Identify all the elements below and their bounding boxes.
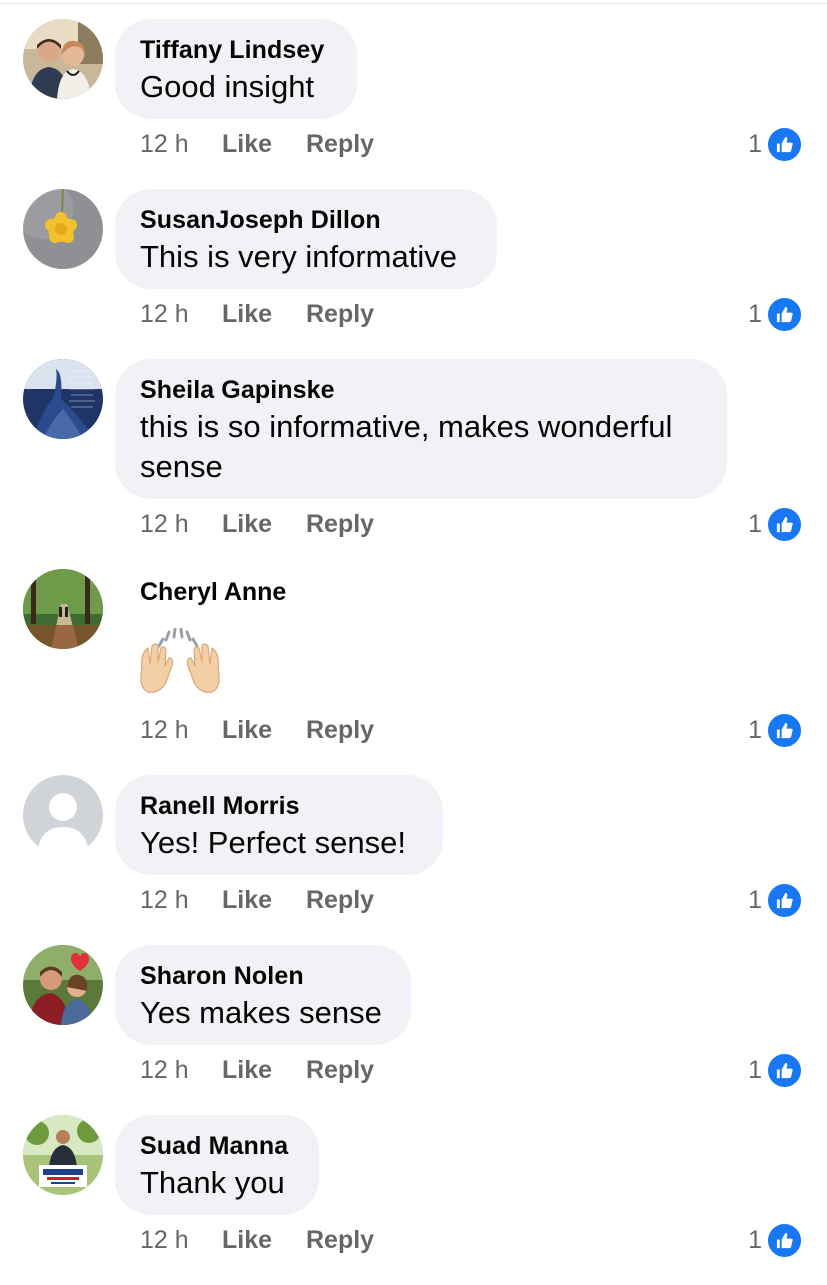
comment-author[interactable]: Suad Manna (140, 1131, 293, 1161)
comment-timestamp[interactable]: 12 h (140, 509, 222, 539)
top-divider (0, 3, 827, 4)
reply-button[interactable]: Reply (306, 299, 374, 329)
comment-text: This is very informative (140, 239, 457, 274)
comment-actions: 12 h Like Reply (140, 129, 374, 159)
comment-text: this is so informative, makes wonderful … (140, 407, 701, 487)
avatar[interactable] (23, 189, 103, 269)
reaction-summary[interactable]: 1 (748, 1221, 803, 1259)
comment-timestamp[interactable]: 12 h (140, 1055, 222, 1085)
like-thumb-icon (766, 125, 803, 163)
comment-actions: 12 h Like Reply (140, 715, 374, 745)
like-button[interactable]: Like (222, 299, 306, 329)
avatar[interactable] (23, 945, 103, 1025)
reaction-summary[interactable]: 1 (748, 295, 803, 333)
reaction-count: 1 (748, 509, 762, 538)
reply-button[interactable]: Reply (306, 885, 374, 915)
like-thumb-icon (766, 881, 803, 919)
reaction-summary[interactable]: 1 (748, 711, 803, 749)
avatar[interactable] (23, 359, 103, 439)
comment-timestamp[interactable]: 12 h (140, 885, 222, 915)
like-button[interactable]: Like (222, 1225, 306, 1255)
comment-actions: 12 h Like Reply (140, 299, 374, 329)
avatar-blue-gown-image (23, 359, 103, 439)
avatar-forest-path-photo (23, 569, 103, 649)
like-button[interactable]: Like (222, 1055, 306, 1085)
reaction-count: 1 (748, 1055, 762, 1084)
avatar-couple-photo (23, 19, 103, 99)
reply-button[interactable]: Reply (306, 1055, 374, 1085)
reaction-count: 1 (748, 1225, 762, 1254)
comment-author[interactable]: Sheila Gapinske (140, 375, 701, 405)
comment-bubble: Suad Manna Thank you (115, 1115, 319, 1215)
comment-bubble: Sheila Gapinske this is so informative, … (115, 359, 727, 499)
comment-text: Thank you (140, 1165, 285, 1200)
reaction-summary[interactable]: 1 (748, 881, 803, 919)
comment-bubble: Ranell Morris Yes! Perfect sense! (115, 775, 443, 875)
comment-text-line: this is so informative, makes wonderful (140, 409, 673, 444)
like-thumb-icon (766, 1221, 803, 1259)
reaction-count: 1 (748, 885, 762, 914)
comment-text: Good insight (140, 69, 315, 104)
reply-button[interactable]: Reply (306, 509, 374, 539)
avatar[interactable] (23, 1115, 103, 1195)
comment-text: Yes makes sense (140, 995, 382, 1030)
avatar[interactable] (23, 569, 103, 649)
comment-timestamp[interactable]: 12 h (140, 129, 222, 159)
reaction-count: 1 (748, 715, 762, 744)
avatar-couple-heart-photo (23, 945, 103, 1025)
comment-bubble: SusanJoseph Dillon This is very informat… (115, 189, 497, 289)
like-button[interactable]: Like (222, 509, 306, 539)
comment-bubble: Sharon Nolen Yes makes sense (115, 945, 411, 1045)
like-thumb-icon (766, 295, 803, 333)
like-button[interactable]: Like (222, 129, 306, 159)
reply-button[interactable]: Reply (306, 1225, 374, 1255)
default-profile-icon (23, 775, 103, 855)
like-button[interactable]: Like (222, 715, 306, 745)
reaction-summary[interactable]: 1 (748, 1051, 803, 1089)
reaction-summary[interactable]: 1 (748, 125, 803, 163)
comment-author[interactable]: Ranell Morris (140, 791, 417, 821)
like-button[interactable]: Like (222, 885, 306, 915)
comment-text: Yes! Perfect sense! (140, 825, 406, 860)
comment-actions: 12 h Like Reply (140, 885, 374, 915)
comment-timestamp[interactable]: 12 h (140, 1225, 222, 1255)
comment-author[interactable]: SusanJoseph Dillon (140, 205, 471, 235)
like-thumb-icon (766, 1051, 803, 1089)
avatar[interactable] (23, 775, 103, 855)
comment-actions: 12 h Like Reply (140, 1225, 374, 1255)
comment-author[interactable]: Sharon Nolen (140, 961, 385, 991)
avatar-dandelion-photo (23, 189, 103, 269)
comment-timestamp[interactable]: 12 h (140, 299, 222, 329)
comment-author[interactable]: Tiffany Lindsey (140, 35, 331, 65)
comment-actions: 12 h Like Reply (140, 509, 374, 539)
reaction-count: 1 (748, 129, 762, 158)
like-thumb-icon (766, 711, 803, 749)
comment-timestamp[interactable]: 12 h (140, 715, 222, 745)
comment-text-line: sense (140, 449, 223, 484)
comment-bubble: Tiffany Lindsey Good insight (115, 19, 357, 119)
reaction-summary[interactable]: 1 (748, 505, 803, 543)
raising-hands-emoji (136, 627, 224, 701)
reply-button[interactable]: Reply (306, 129, 374, 159)
reaction-count: 1 (748, 299, 762, 328)
avatar[interactable] (23, 19, 103, 99)
reply-button[interactable]: Reply (306, 715, 374, 745)
comment-author[interactable]: Cheryl Anne (140, 577, 286, 607)
comment-actions: 12 h Like Reply (140, 1055, 374, 1085)
avatar-campaign-sign-photo (23, 1115, 103, 1195)
like-thumb-icon (766, 505, 803, 543)
